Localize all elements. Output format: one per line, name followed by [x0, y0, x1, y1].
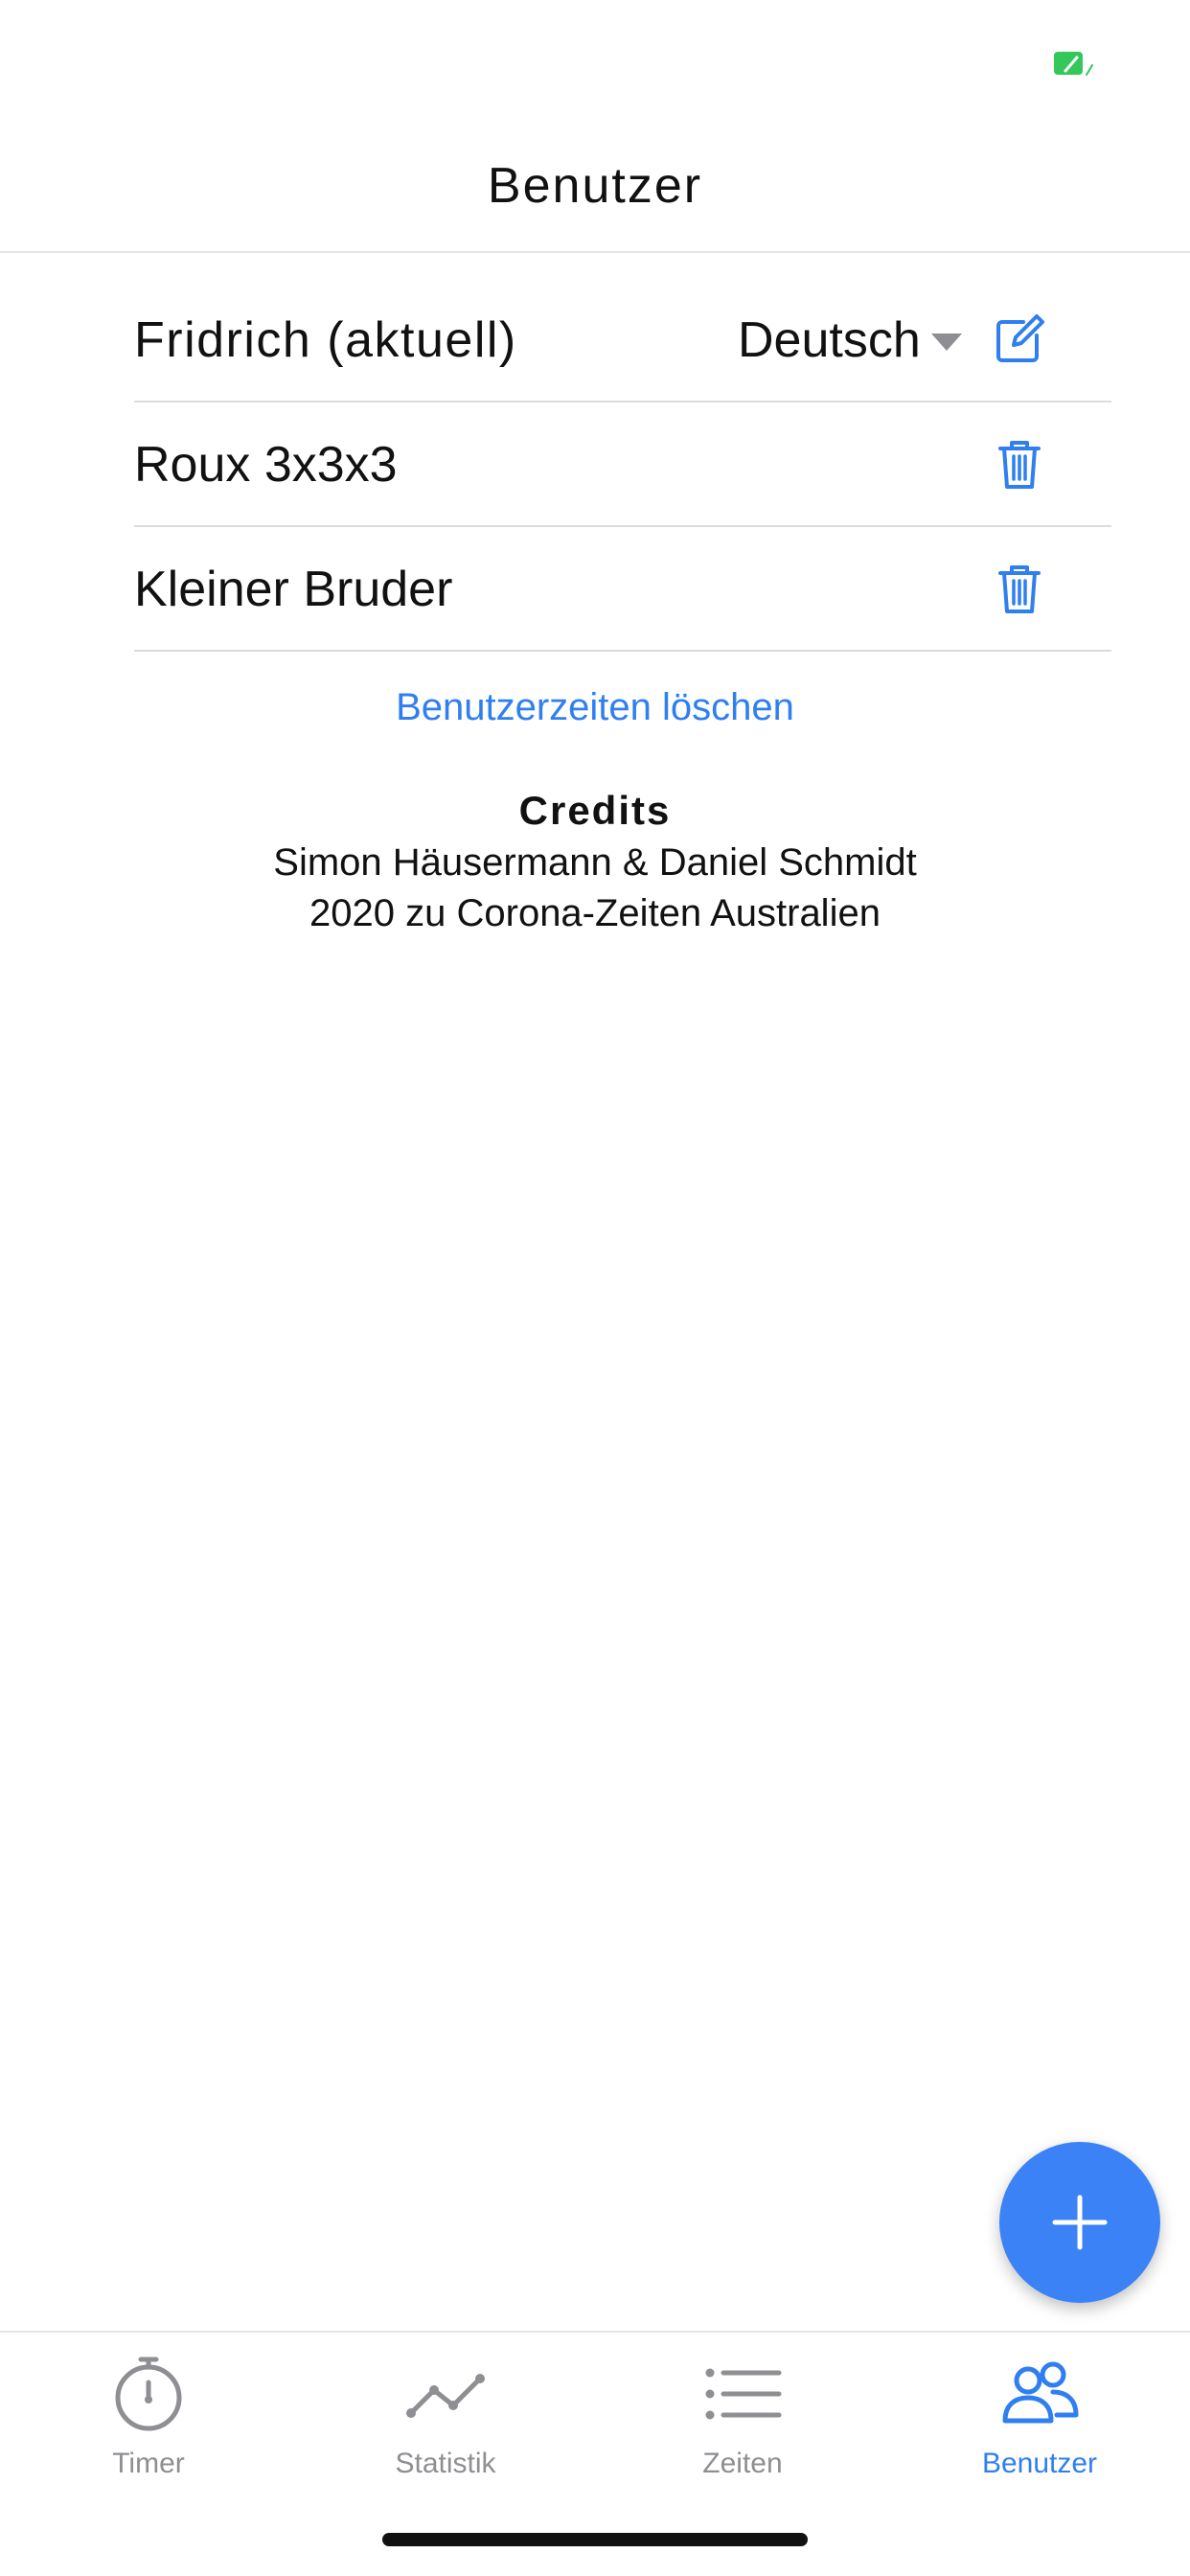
- screen: Benutzer Fridrich (aktuell) Deutsch Roux…: [0, 0, 1190, 2576]
- list-icon: [705, 2368, 782, 2420]
- page-title: Benutzer: [487, 158, 703, 214]
- home-indicator: [382, 2533, 808, 2546]
- users-icon: [1002, 2361, 1079, 2424]
- tab-label: Statistik: [395, 2448, 496, 2479]
- user-name: Fridrich (aktuell): [134, 312, 517, 368]
- credits-title: Credits: [518, 788, 672, 833]
- user-row-current[interactable]: Fridrich (aktuell) Deutsch: [134, 278, 1111, 402]
- trash-icon[interactable]: [989, 433, 1050, 494]
- tab-label: Benutzer: [981, 2448, 1098, 2479]
- clear-user-times-link[interactable]: Benutzerzeiten löschen: [0, 686, 1190, 729]
- tab-timer[interactable]: Timer: [0, 2333, 297, 2486]
- stopwatch-icon: [115, 2357, 182, 2431]
- user-list: Fridrich (aktuell) Deutsch Roux 3x3x3 Kl…: [134, 278, 1111, 652]
- tab-label: Zeiten: [702, 2448, 783, 2479]
- user-row[interactable]: Roux 3x3x3: [134, 402, 1111, 527]
- tab-statistik[interactable]: Statistik: [297, 2333, 594, 2486]
- trash-icon[interactable]: [989, 558, 1050, 619]
- user-row[interactable]: Kleiner Bruder: [134, 527, 1111, 652]
- tab-benutzer[interactable]: Benutzer: [891, 2333, 1188, 2486]
- battery-charging-icon: [1054, 52, 1093, 76]
- credits-authors: Simon Häusermann & Daniel Schmidt: [273, 841, 917, 884]
- tab-zeiten[interactable]: Zeiten: [594, 2333, 891, 2486]
- chart-line-icon: [406, 2374, 485, 2418]
- plus-icon: [1052, 2195, 1108, 2250]
- header: Benutzer: [0, 134, 1190, 253]
- edit-icon[interactable]: [989, 309, 1050, 370]
- status-bar: [0, 0, 1190, 134]
- credits: Credits Simon Häusermann & Daniel Schmid…: [0, 788, 1190, 935]
- tab-label: Timer: [112, 2448, 185, 2479]
- user-name: Kleiner Bruder: [134, 562, 453, 617]
- user-name: Roux 3x3x3: [134, 437, 398, 493]
- credits-note: 2020 zu Corona-Zeiten Australien: [309, 892, 881, 934]
- caret-down-icon[interactable]: [931, 334, 962, 351]
- add-user-button[interactable]: [999, 2142, 1160, 2303]
- language-select[interactable]: Deutsch: [738, 311, 921, 369]
